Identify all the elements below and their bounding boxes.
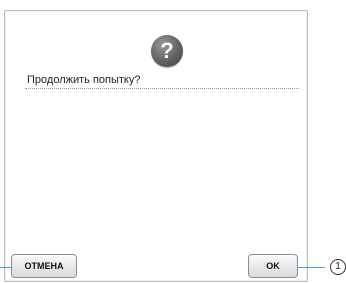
question-icon: ? [151, 35, 183, 67]
callout-number: 1 [330, 259, 346, 275]
confirm-dialog: ? Продолжить попытку? [4, 10, 308, 282]
divider [25, 88, 299, 89]
cancel-button[interactable]: ОТМЕНА [11, 254, 77, 278]
dialog-message: Продолжить попытку? [27, 74, 141, 86]
ok-button[interactable]: OK [248, 254, 298, 278]
callout-leader-line [297, 267, 325, 268]
callout-leader-line [0, 267, 11, 268]
